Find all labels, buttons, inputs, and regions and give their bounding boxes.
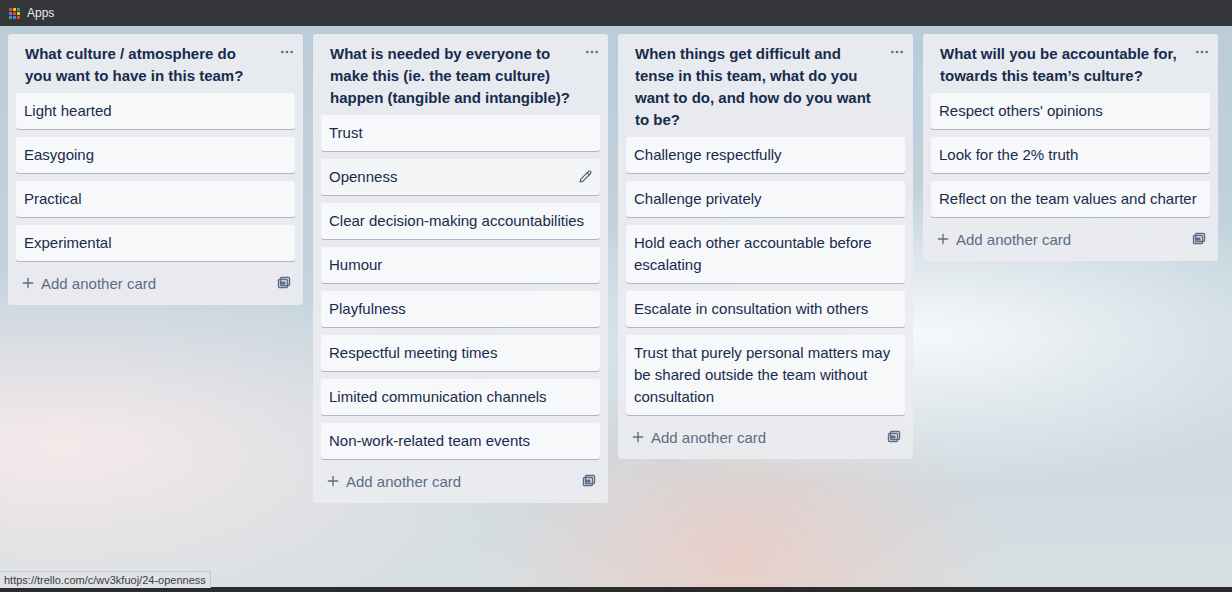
list-header: What will you be accountable for, toward… [931, 34, 1210, 93]
card-text: Challenge privately [634, 188, 762, 210]
list-menu-icon[interactable] [1194, 43, 1210, 60]
template-icon[interactable] [277, 276, 291, 290]
card-text: Easygoing [24, 144, 94, 166]
apps-icon[interactable] [9, 8, 20, 19]
list-menu-icon[interactable] [889, 43, 905, 60]
card-text: Escalate in consultation with others [634, 298, 868, 320]
list: When things get difficult and tense in t… [618, 34, 913, 459]
card[interactable]: Respectful meeting times [321, 335, 600, 371]
card-text: Openness [329, 166, 397, 188]
plus-icon [630, 429, 646, 445]
card-text: Look for the 2% truth [939, 144, 1078, 166]
card-text: Experimental [24, 232, 112, 254]
card[interactable]: Challenge privately [626, 181, 905, 217]
list: What is needed by everyone to make this … [313, 34, 608, 503]
card-text: Light hearted [24, 100, 112, 122]
card-list: Challenge respectfully Challenge privatel… [626, 137, 905, 415]
card[interactable]: Respect others' opinions [931, 93, 1210, 129]
add-card-button[interactable]: Add another card [16, 261, 295, 297]
card-text: Trust that purely personal matters may b… [634, 342, 897, 408]
card-text: Trust [329, 122, 363, 144]
plus-icon [935, 231, 951, 247]
template-icon[interactable] [1192, 232, 1206, 246]
list-menu-icon[interactable] [279, 43, 295, 60]
add-card-button[interactable]: Add another card [931, 217, 1210, 253]
add-card-label: Add another card [956, 231, 1071, 248]
card[interactable]: Easygoing [16, 137, 295, 173]
card[interactable]: Humour [321, 247, 600, 283]
card-text: Hold each other accountable before escal… [634, 232, 897, 276]
card[interactable]: Light hearted [16, 93, 295, 129]
card[interactable]: Escalate in consultation with others [626, 291, 905, 327]
add-card-label: Add another card [651, 429, 766, 446]
card-list: Respect others' opinions Look for the 2% … [931, 93, 1210, 217]
apps-label[interactable]: Apps [27, 6, 54, 20]
pencil-icon[interactable] [579, 166, 592, 183]
card-text: Playfulness [329, 298, 406, 320]
trello-window: Apps What culture / atmosphere do you wan… [0, 0, 1232, 592]
card-text: Clear decision-making accountabilities [329, 210, 584, 232]
list-title[interactable]: When things get difficult and tense in t… [635, 43, 875, 131]
card[interactable]: Reflect on the team values and charter [931, 181, 1210, 217]
card-text: Reflect on the team values and charter [939, 188, 1197, 210]
plus-icon [325, 473, 341, 489]
add-card-label: Add another card [41, 275, 156, 292]
card-text: Humour [329, 254, 382, 276]
add-card-button[interactable]: Add another card [626, 415, 905, 451]
card[interactable]: Trust that purely personal matters may b… [626, 335, 905, 415]
card-text: Practical [24, 188, 82, 210]
template-icon[interactable] [887, 430, 901, 444]
list-header: What is needed by everyone to make this … [321, 34, 600, 115]
card[interactable]: Practical [16, 181, 295, 217]
card[interactable]: Trust [321, 115, 600, 151]
plus-icon [20, 275, 36, 291]
card-text: Challenge respectfully [634, 144, 782, 166]
list-header: What culture / atmosphere do you want to… [16, 34, 295, 93]
card[interactable]: Playfulness [321, 291, 600, 327]
status-url: https://trello.com/c/wv3kfuoj/24-opennes… [0, 571, 211, 588]
list-header: When things get difficult and tense in t… [626, 34, 905, 137]
card[interactable]: Look for the 2% truth [931, 137, 1210, 173]
board: What culture / atmosphere do you want to… [0, 26, 1232, 587]
bookmarks-bar: Apps [0, 0, 1232, 26]
card[interactable]: Openness [321, 159, 600, 195]
add-card-button[interactable]: Add another card [321, 459, 600, 495]
card-text: Non-work-related team events [329, 430, 530, 452]
card-text: Limited communication channels [329, 386, 547, 408]
card[interactable]: Limited communication channels [321, 379, 600, 415]
list-menu-icon[interactable] [584, 43, 600, 60]
list-title[interactable]: What is needed by everyone to make this … [330, 43, 570, 109]
list: What culture / atmosphere do you want to… [8, 34, 303, 305]
card-text: Respectful meeting times [329, 342, 497, 364]
card-list: Light hearted Easygoing Practical Experimen… [16, 93, 295, 261]
card[interactable]: Experimental [16, 225, 295, 261]
card[interactable]: Hold each other accountable before escal… [626, 225, 905, 283]
card[interactable]: Challenge respectfully [626, 137, 905, 173]
card-list: Trust Openness Clear decision-making accou… [321, 115, 600, 459]
list: What will you be accountable for, toward… [923, 34, 1218, 261]
list-title[interactable]: What culture / atmosphere do you want to… [25, 43, 265, 87]
card-text: Respect others' opinions [939, 100, 1103, 122]
add-card-label: Add another card [346, 473, 461, 490]
list-title[interactable]: What will you be accountable for, toward… [940, 43, 1180, 87]
card[interactable]: Non-work-related team events [321, 423, 600, 459]
card[interactable]: Clear decision-making accountabilities [321, 203, 600, 239]
template-icon[interactable] [582, 474, 596, 488]
